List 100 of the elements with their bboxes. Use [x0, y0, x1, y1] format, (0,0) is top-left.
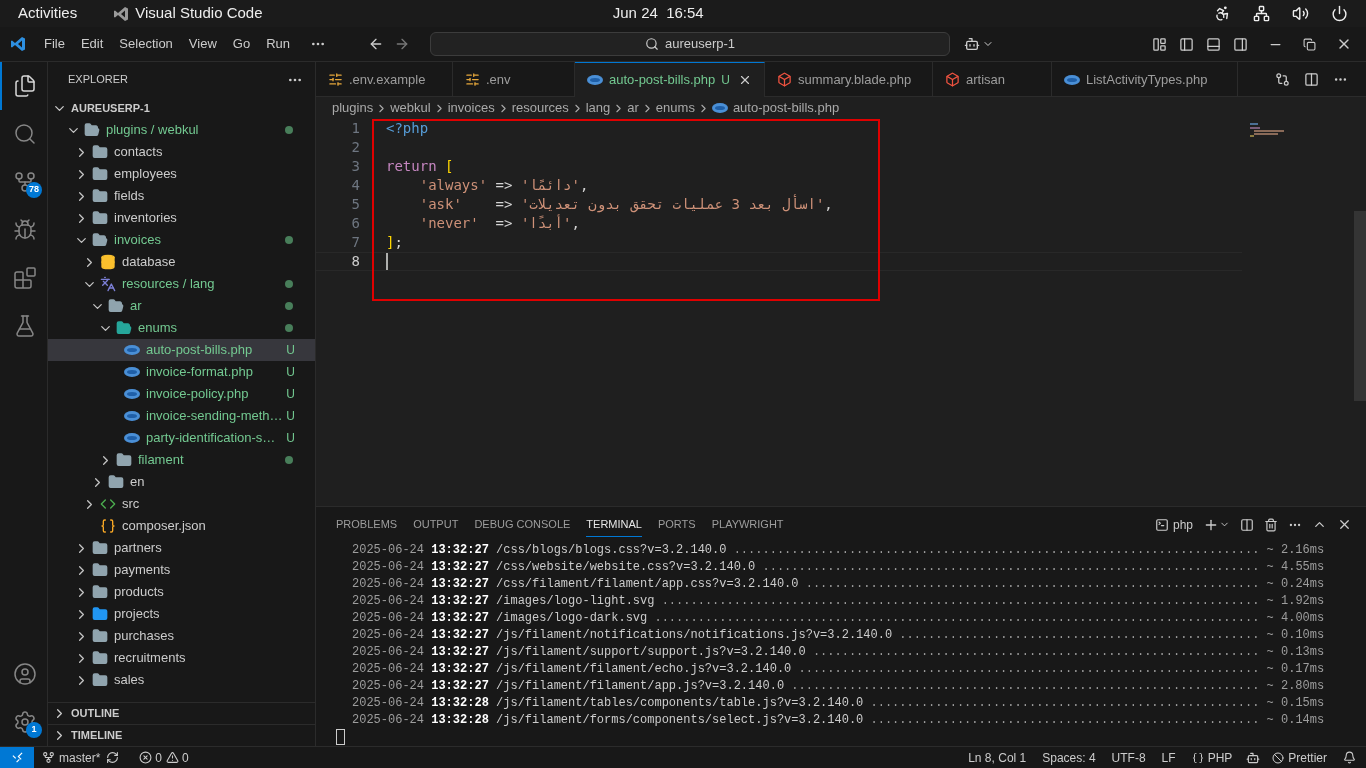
terminal-selector[interactable]: php [1172, 515, 1193, 534]
tree-item[interactable]: resources / lang [48, 273, 315, 295]
copilot-icon[interactable] [1246, 750, 1261, 765]
tree-item[interactable]: auto-post-bills.php U [48, 339, 315, 361]
breadcrumb[interactable]: resources [511, 98, 569, 118]
network-icon[interactable] [1253, 5, 1270, 22]
open-changes-icon[interactable] [1275, 71, 1290, 87]
line-number: 7 [350, 233, 360, 252]
toggle-panel-icon[interactable] [1206, 36, 1221, 52]
cursor-position[interactable]: Ln 8, Col 1 [968, 748, 1027, 767]
close-tab-icon[interactable] [738, 73, 752, 87]
tree-item[interactable]: AUREUSERP-1 [48, 97, 315, 119]
forward-icon[interactable] [394, 36, 410, 52]
sync-icon[interactable] [106, 751, 120, 764]
split-editor-icon[interactable] [1304, 71, 1319, 87]
activity-bar-item[interactable]: 1 [0, 698, 48, 746]
menu-item[interactable]: Edit [72, 34, 112, 54]
tree-item[interactable]: en [48, 471, 315, 493]
tree-item[interactable]: payments [48, 559, 315, 581]
volume-icon[interactable] [1292, 5, 1309, 22]
tab-label: summary.blade.php [798, 70, 912, 89]
breadcrumb[interactable]: enums [655, 98, 695, 118]
encoding[interactable]: UTF-8 [1111, 748, 1146, 767]
tree-item[interactable]: composer.json [48, 515, 315, 537]
breadcrumb[interactable]: webkul [390, 98, 431, 118]
tree-item[interactable]: contacts [48, 141, 315, 163]
toggle-secondary-sidebar-icon[interactable] [1233, 36, 1248, 52]
activities-button[interactable]: Activities [18, 2, 78, 25]
toggle-sidebar-icon[interactable] [1179, 36, 1194, 52]
tree-item[interactable]: invoice-policy.php U [48, 383, 315, 405]
tree-item[interactable]: fields [48, 185, 315, 207]
tree-item[interactable]: src [48, 493, 315, 515]
editor-tab[interactable]: ListActivityTypes.php [1052, 62, 1238, 97]
editor-tab[interactable]: artisan [933, 62, 1052, 97]
tree-item[interactable]: inventories [48, 207, 315, 229]
tree-item[interactable]: party-identification-s… U [48, 427, 315, 449]
panel-tab[interactable]: PROBLEMS [336, 511, 398, 538]
tree-item[interactable]: database [48, 251, 315, 273]
menu-item[interactable]: Run [258, 34, 298, 54]
tree-item[interactable]: invoice-format.php U [48, 361, 315, 383]
section-header[interactable]: OUTLINE [48, 702, 315, 724]
language-mode[interactable]: PHP [1207, 748, 1233, 767]
tree-item[interactable]: partners [48, 537, 315, 559]
panel-tab[interactable]: DEBUG CONSOLE [474, 511, 571, 538]
branch-name[interactable]: master* [59, 748, 101, 767]
tree-item[interactable]: invoices [48, 229, 315, 251]
terminal-line: 2025-06-24 13:32:27 /js/filament/filament/app.js?v=3.2.140.0 ................................................................. ~ 2.80ms [352, 678, 1326, 695]
breadcrumb[interactable]: lang [585, 98, 611, 118]
panel-tab[interactable]: PLAYWRIGHT [711, 511, 784, 538]
copilot-icon[interactable] [964, 36, 980, 52]
indentation[interactable]: Spaces: 4 [1042, 748, 1096, 767]
editor-tab[interactable]: auto-post-bills.php U [575, 62, 765, 97]
panel-tab[interactable]: PORTS [657, 511, 696, 538]
notifications-icon[interactable] [1343, 751, 1356, 764]
menu-item[interactable]: File [36, 34, 73, 54]
remote-icon[interactable] [11, 752, 23, 763]
command-search-field[interactable]: aureuserp-1 [430, 32, 950, 56]
restore-icon[interactable] [1303, 37, 1316, 51]
editor-tab[interactable]: summary.blade.php [765, 62, 933, 97]
power-icon[interactable] [1331, 5, 1348, 22]
item-name: ar [130, 297, 142, 316]
menu-item[interactable]: Selection [111, 34, 181, 54]
panel-tab[interactable]: TERMINAL [586, 511, 642, 538]
trash-icon[interactable] [1264, 517, 1278, 532]
line-ending[interactable]: LF [1161, 748, 1176, 767]
error-count[interactable]: 0 [155, 748, 163, 767]
tree-item[interactable]: plugins / webkul [48, 119, 315, 141]
tree-item[interactable]: products [48, 581, 315, 603]
breadcrumb[interactable]: auto-post-bills.php [732, 98, 840, 118]
tree-item[interactable]: ar [48, 295, 315, 317]
breadcrumb[interactable]: invoices [447, 98, 495, 118]
item-name: partners [114, 539, 162, 558]
panel-tab[interactable]: OUTPUT [413, 511, 459, 538]
menu-item[interactable]: Go [224, 34, 259, 54]
workspace-root: AUREUSERP-1 [71, 100, 150, 116]
tree-item[interactable]: projects [48, 603, 315, 625]
tree-item[interactable]: filament [48, 449, 315, 471]
php-file-icon [711, 103, 728, 113]
warning-count[interactable]: 0 [182, 748, 189, 767]
split-terminal-icon[interactable] [1240, 517, 1254, 532]
clock[interactable]: Jun 24 16:54 [612, 2, 704, 25]
tree-item[interactable]: sales [48, 669, 315, 691]
customize-layout-icon[interactable] [1152, 36, 1167, 52]
close-panel-icon[interactable] [1337, 517, 1352, 532]
tree-item[interactable]: employees [48, 163, 315, 185]
search-icon [644, 37, 659, 51]
activity-bar-item[interactable]: 78 [0, 158, 48, 206]
line-number: 2 [350, 138, 360, 157]
tree-item[interactable]: purchases [48, 625, 315, 647]
tree-item[interactable]: recruitments [48, 647, 315, 669]
menu-item[interactable]: View [180, 34, 225, 54]
accessibility-icon[interactable] [1214, 5, 1231, 22]
item-name: invoices [114, 231, 161, 250]
editor-tab[interactable]: .env.example [316, 62, 453, 97]
formatter[interactable]: Prettier [1288, 748, 1327, 767]
breadcrumb[interactable]: ar [627, 98, 639, 118]
back-icon[interactable] [368, 36, 384, 52]
tree-item[interactable]: invoice-sending-meth… U [48, 405, 315, 427]
tree-item[interactable]: enums [48, 317, 315, 339]
breadcrumb[interactable]: plugins [332, 98, 374, 118]
